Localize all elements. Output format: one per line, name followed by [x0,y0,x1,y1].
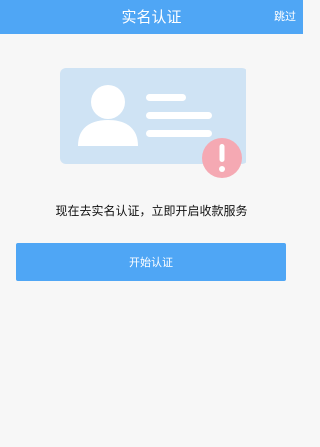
id-card-illustration [60,68,248,180]
exclamation-bar [219,144,225,162]
start-verification-button[interactable]: 开始认证 [16,243,286,281]
card-line-3 [146,130,212,137]
skip-button[interactable]: 跳过 [274,0,296,34]
id-card-warning-icon [60,68,248,178]
card-line-1 [146,94,186,101]
top-bar: 实名认证 跳过 [0,0,303,34]
person-head-shape [91,85,125,119]
page-title: 实名认证 [121,8,182,26]
exclamation-dot [219,166,225,172]
verification-prompt-text: 现在去实名认证，立即开启收款服务 [55,204,248,218]
card-line-2 [146,112,212,119]
